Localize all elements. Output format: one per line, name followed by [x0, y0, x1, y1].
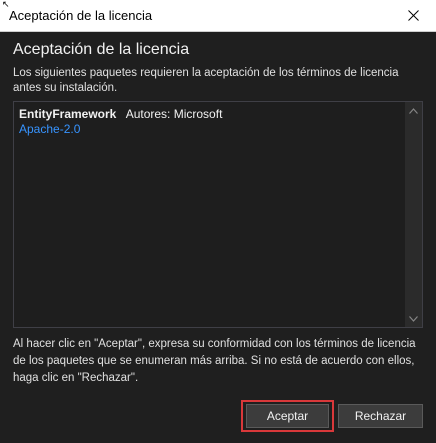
package-name: EntityFramework — [19, 107, 117, 121]
close-icon — [407, 10, 419, 21]
chevron-down-icon[interactable] — [405, 310, 422, 327]
agreement-text: Al hacer clic en "Aceptar", expresa su c… — [13, 338, 416, 384]
chevron-up-icon[interactable] — [405, 102, 422, 119]
reject-button[interactable]: Rechazar — [338, 404, 423, 428]
dialog-description: Los siguientes paquetes requieren la ace… — [13, 67, 399, 94]
title-bar[interactable]: ↖ Aceptación de la licencia — [0, 0, 436, 32]
package-authors: Autores: Microsoft — [125, 107, 223, 121]
package-list[interactable]: EntityFramework Autores: Microsoft Apach… — [13, 101, 423, 328]
window-title: Aceptación de la licencia — [9, 8, 153, 23]
dialog-heading: Aceptación de la licencia — [13, 41, 190, 58]
license-dialog: ↖ Aceptación de la licencia Aceptación d… — [0, 0, 436, 443]
vertical-scrollbar[interactable] — [405, 102, 422, 327]
close-button[interactable] — [390, 0, 436, 31]
license-link[interactable]: Apache-2.0 — [19, 122, 80, 137]
accept-button[interactable]: Aceptar — [246, 404, 329, 428]
list-item: EntityFramework Autores: Microsoft — [19, 107, 222, 122]
